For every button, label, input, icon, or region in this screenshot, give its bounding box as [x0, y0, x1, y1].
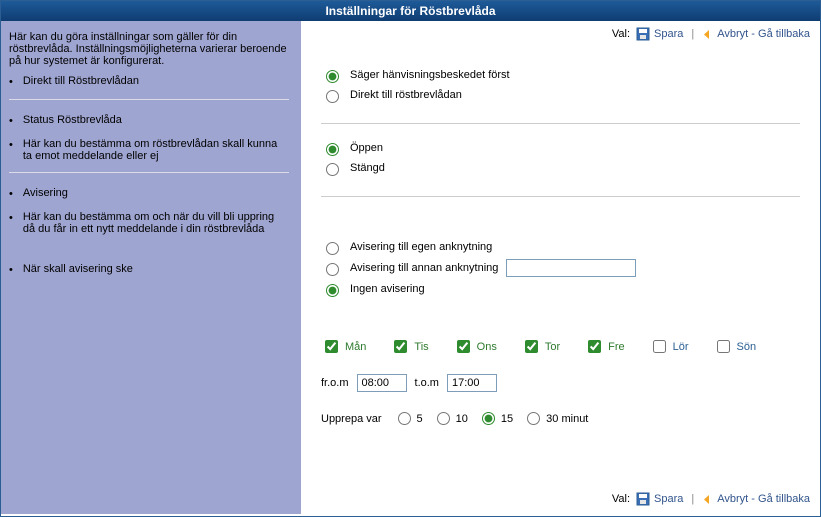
toolbar-separator-bottom: |: [689, 493, 696, 505]
repeat-30-label: 30 minut: [546, 413, 588, 425]
repeat-30-input[interactable]: [527, 412, 540, 425]
day-tue-input[interactable]: [394, 340, 407, 353]
day-checkboxes: Mån Tis Ons Tor Fre Lör Sön: [321, 337, 800, 356]
day-wed[interactable]: Ons: [453, 337, 497, 356]
day-sat[interactable]: Lör: [649, 337, 689, 356]
day-wed-label: Ons: [477, 341, 497, 353]
radio-avisering-none[interactable]: Ingen avisering: [321, 281, 800, 297]
time-to-label: t.o.m: [415, 377, 439, 389]
time-range: fr.o.m t.o.m: [321, 374, 800, 392]
day-sun[interactable]: Sön: [713, 337, 757, 356]
content: Här kan du göra inställningar som gäller…: [1, 21, 820, 514]
day-tue[interactable]: Tis: [390, 337, 428, 356]
radio-status-closed-label: Stängd: [350, 162, 385, 174]
radio-status-closed[interactable]: Stängd: [321, 160, 800, 176]
day-sun-label: Sön: [737, 341, 757, 353]
day-thu-label: Tor: [545, 341, 560, 353]
group-schedule: Mån Tis Ons Tor Fre Lör Sön fr.o.m t.o.m: [321, 317, 800, 449]
info-status-desc: Här kan du bestämma om röstbrevlådan ska…: [9, 138, 289, 162]
repeat-10-input[interactable]: [437, 412, 450, 425]
day-mon-label: Mån: [345, 341, 366, 353]
day-fri-label: Fre: [608, 341, 625, 353]
back-arrow-icon: [702, 29, 713, 40]
day-mon[interactable]: Mån: [321, 337, 366, 356]
group-status: Öppen Stängd: [321, 128, 800, 196]
repeat-5-label: 5: [417, 413, 423, 425]
radio-avisering-none-label: Ingen avisering: [350, 283, 425, 295]
radio-status-open[interactable]: Öppen: [321, 140, 800, 156]
time-from-label: fr.o.m: [321, 377, 349, 389]
radio-direct-vm-label: Direkt till röstbrevlådan: [350, 89, 462, 101]
toolbar-label-bottom: Val:: [612, 493, 630, 505]
divider: [321, 123, 800, 124]
radio-status-closed-input[interactable]: [326, 163, 339, 176]
save-label-bottom: Spara: [654, 493, 683, 505]
toolbar-separator: |: [689, 28, 696, 40]
save-icon: [636, 27, 650, 41]
day-fri[interactable]: Fre: [584, 337, 625, 356]
back-arrow-icon: [702, 494, 713, 505]
left-info-panel: Här kan du göra inställningar som gäller…: [1, 21, 301, 514]
repeat-15-label: 15: [501, 413, 513, 425]
radio-avisering-other-input[interactable]: [326, 263, 339, 276]
radio-avisering-other[interactable]: Avisering till annan anknytning: [321, 259, 800, 277]
radio-avisering-own-label: Avisering till egen anknytning: [350, 241, 492, 253]
avisering-other-ext-input[interactable]: [506, 259, 636, 277]
radio-direct-vm-input[interactable]: [326, 90, 339, 103]
repeat-label: Upprepa var: [321, 413, 382, 425]
divider: [321, 196, 800, 197]
time-to-input[interactable]: [447, 374, 497, 392]
day-fri-input[interactable]: [588, 340, 601, 353]
day-tue-label: Tis: [414, 341, 428, 353]
radio-avisering-other-label: Avisering till annan anknytning: [350, 262, 498, 274]
form-pane: Säger hänvisningsbeskedet först Direkt t…: [301, 47, 820, 486]
radio-avisering-own[interactable]: Avisering till egen anknytning: [321, 239, 800, 255]
bottom-toolbar: Val: Spara | Avbryt - Gå tillbaka: [301, 486, 820, 514]
cancel-label: Avbryt - Gå tillbaka: [717, 28, 810, 40]
radio-status-open-label: Öppen: [350, 142, 383, 154]
top-toolbar: Val: Spara | Avbryt - Gå tillbaka: [301, 21, 820, 47]
save-button[interactable]: Spara: [636, 27, 683, 41]
save-icon: [636, 492, 650, 506]
repeat-10-label: 10: [456, 413, 468, 425]
radio-direct-first[interactable]: Säger hänvisningsbeskedet först: [321, 67, 800, 83]
day-sat-label: Lör: [673, 341, 689, 353]
radio-direct-vm[interactable]: Direkt till röstbrevlådan: [321, 87, 800, 103]
group-avisering: Avisering till egen anknytning Avisering…: [321, 201, 800, 317]
save-button-bottom[interactable]: Spara: [636, 492, 683, 506]
cancel-label-bottom: Avbryt - Gå tillbaka: [717, 493, 810, 505]
settings-window: Inställningar för Röstbrevlåda Här kan d…: [0, 0, 821, 517]
day-thu[interactable]: Tor: [521, 337, 560, 356]
cancel-button-bottom[interactable]: Avbryt - Gå tillbaka: [702, 493, 810, 505]
radio-avisering-none-input[interactable]: [326, 284, 339, 297]
intro-text: Här kan du göra inställningar som gäller…: [9, 31, 289, 67]
repeat-15-input[interactable]: [482, 412, 495, 425]
info-status-title: Status Röstbrevlåda: [9, 114, 289, 128]
radio-status-open-input[interactable]: [326, 143, 339, 156]
radio-direct-first-label: Säger hänvisningsbeskedet först: [350, 69, 510, 81]
repeat-row: Upprepa var 5 10 15 30 minut: [321, 412, 800, 425]
cancel-button[interactable]: Avbryt - Gå tillbaka: [702, 28, 810, 40]
info-avisering-title: Avisering: [9, 187, 289, 201]
save-label: Spara: [654, 28, 683, 40]
day-thu-input[interactable]: [525, 340, 538, 353]
day-sat-input[interactable]: [653, 340, 666, 353]
day-mon-input[interactable]: [325, 340, 338, 353]
right-form-panel: Val: Spara | Avbryt - Gå tillbaka Säger …: [301, 21, 820, 514]
day-wed-input[interactable]: [457, 340, 470, 353]
info-direct: Direkt till Röstbrevlådan: [9, 75, 289, 89]
time-from-input[interactable]: [357, 374, 407, 392]
toolbar-label: Val:: [612, 28, 630, 40]
window-title: Inställningar för Röstbrevlåda: [1, 1, 820, 21]
info-schedule-title: När skall avisering ske: [9, 263, 289, 277]
info-avisering-desc: Här kan du bestämma om och när du vill b…: [9, 211, 289, 235]
day-sun-input[interactable]: [717, 340, 730, 353]
radio-direct-first-input[interactable]: [326, 70, 339, 83]
repeat-5-input[interactable]: [398, 412, 411, 425]
group-direct: Säger hänvisningsbeskedet först Direkt t…: [321, 55, 800, 123]
radio-avisering-own-input[interactable]: [326, 242, 339, 255]
